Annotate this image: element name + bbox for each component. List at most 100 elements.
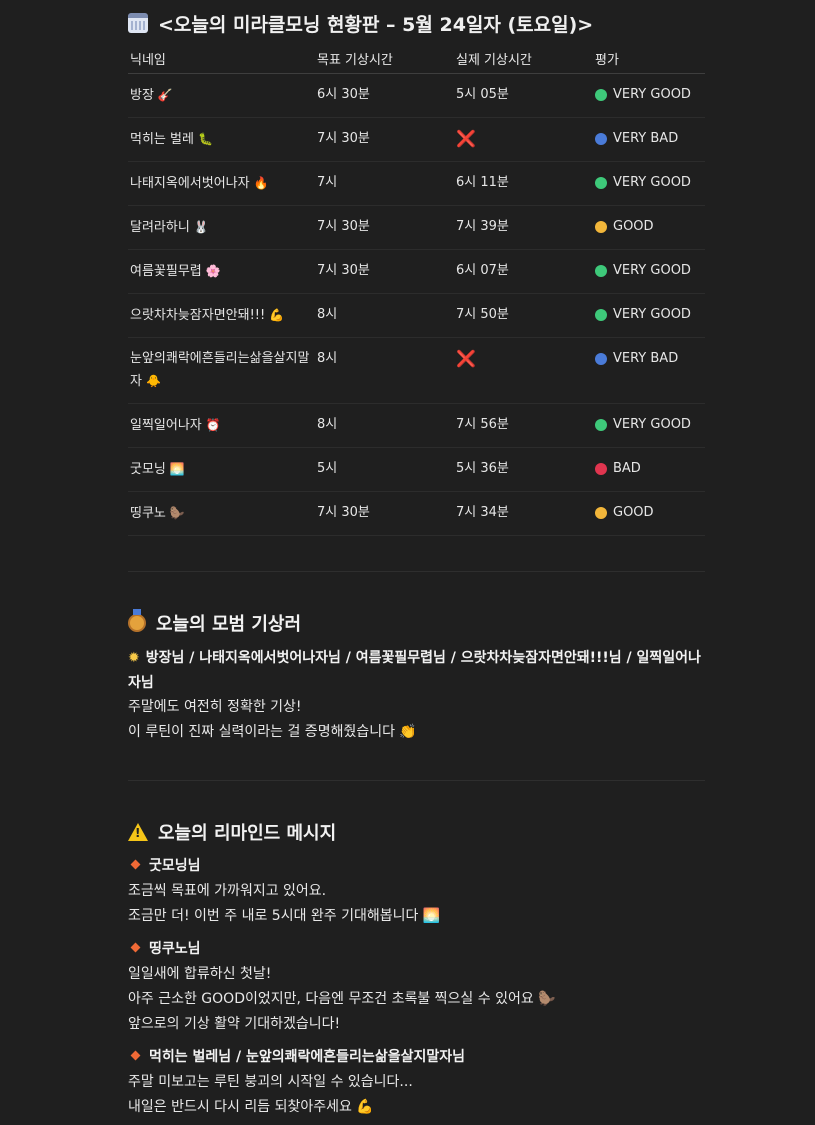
reminder-heading-text: 오늘의 리마인드 메시지 — [158, 823, 337, 844]
calendar-icon — [128, 13, 148, 33]
model-line-1: 주말에도 여전히 정확한 기상! — [128, 699, 302, 715]
evaluation-label: VERY GOOD — [613, 417, 691, 432]
cell-nickname: 눈앞의쾌락에흔들리는삶을살지말자 🐥 — [128, 337, 315, 404]
cell-nickname: 여름꽃필무렵 🌸 — [128, 249, 315, 294]
table-row: 먹히는 벌레 🐛 7시 30분 ❌ VERY BAD — [128, 117, 705, 162]
evaluation-label: BAD — [613, 461, 641, 476]
nickname-emoji-icon: 🐰 — [193, 220, 209, 234]
reminder-name: 띵쿠노님 — [128, 937, 705, 962]
reminder-line: 앞으로의 기상 활약 기대하겠습니다! — [128, 1016, 341, 1032]
orange-diamond-icon — [130, 859, 141, 870]
reminder-line: 주말 미보고는 루틴 붕괴의 시작일 수 있습니다... — [128, 1074, 413, 1090]
cell-evaluation: VERY GOOD — [593, 73, 705, 118]
reminder-line: 조금만 더! 이번 주 내로 5시대 완주 기대해봅니다 🌅 — [128, 908, 441, 924]
page-title-text: <오늘의 미라클모닝 현황판 – 5월 24일자 (토요일)> — [158, 13, 594, 36]
evaluation-label: GOOD — [613, 505, 654, 520]
cell-goal-time: 7시 30분 — [315, 205, 454, 250]
model-section-heading: 오늘의 모범 기상러 — [128, 609, 301, 636]
cell-goal-time: 8시 — [315, 293, 454, 338]
nickname-emoji-icon: 🔥 — [253, 176, 269, 190]
cell-goal-time: 7시 30분 — [315, 491, 454, 536]
nickname-text: 달려라하니 — [130, 220, 190, 235]
reminder-section-heading: 오늘의 리마인드 메시지 — [128, 819, 336, 845]
reminder-name: 굿모닝님 — [128, 854, 705, 879]
cell-nickname: 띵쿠노 🦫 — [128, 491, 315, 536]
cell-actual-time: ❌ — [454, 117, 593, 162]
cell-evaluation: VERY GOOD — [593, 161, 705, 206]
cell-goal-time: 5시 — [315, 447, 454, 492]
evaluation-label: VERY BAD — [613, 131, 679, 146]
medal-icon — [128, 609, 146, 632]
cell-evaluation: VERY BAD — [593, 117, 705, 162]
orange-diamond-icon — [130, 942, 141, 953]
evaluation-label: VERY GOOD — [613, 307, 691, 322]
nickname-emoji-icon: 🎸 — [157, 88, 173, 102]
cell-goal-time: 7시 30분 — [315, 117, 454, 162]
cell-evaluation: VERY GOOD — [593, 249, 705, 294]
cell-evaluation: VERY GOOD — [593, 293, 705, 338]
reminder-line: 내일은 반드시 다시 리듬 되찾아주세요 💪 — [128, 1099, 374, 1115]
nickname-emoji-icon: 🌅 — [169, 462, 185, 476]
nickname-text: 굿모닝 — [130, 462, 166, 477]
nickname-emoji-icon: 🐥 — [145, 374, 161, 388]
model-names-text: 방장님 / 나태지옥에서벗어나자님 / 여름꽃필무렵님 / 으랏차차늦잠자면안돼… — [128, 650, 701, 691]
evaluation-label: VERY GOOD — [613, 175, 691, 190]
cell-evaluation: GOOD — [593, 205, 705, 250]
status-dot-icon — [595, 177, 607, 189]
table-row: 굿모닝 🌅 5시 5시 36분 BAD — [128, 447, 705, 492]
status-dot-icon — [595, 89, 607, 101]
nickname-text: 여름꽃필무렵 — [130, 264, 202, 279]
cell-actual-time: ❌ — [454, 337, 593, 404]
cell-actual-time: 5시 36분 — [454, 447, 593, 492]
nickname-emoji-icon: 🐛 — [197, 132, 213, 146]
orange-diamond-icon — [130, 1050, 141, 1061]
cell-goal-time: 8시 — [315, 403, 454, 448]
nickname-text: 띵쿠노 — [130, 506, 166, 521]
cell-actual-time: 7시 39분 — [454, 205, 593, 250]
nickname-text: 나태지옥에서벗어나자 — [130, 176, 250, 191]
table-row: 나태지옥에서벗어나자 🔥 7시 6시 11분 VERY GOOD — [128, 161, 705, 206]
header-goal-time: 목표 기상시간 — [315, 44, 454, 74]
nickname-text: 으랏차차늦잠자면안돼!!! — [130, 308, 266, 323]
model-names: ✹ 방장님 / 나태지옥에서벗어나자님 / 여름꽃필무렵님 / 으랏차차늦잠자면안… — [128, 646, 705, 696]
status-dot-icon — [595, 265, 607, 277]
header-nickname: 닉네임 — [128, 44, 315, 74]
header-evaluation: 평가 — [593, 44, 705, 74]
model-line-2: 이 루틴이 진짜 실력이라는 걸 증명해줬습니다 👏 — [128, 724, 417, 740]
divider — [128, 571, 705, 572]
nickname-text: 일찍일어나자 — [130, 418, 202, 433]
cell-actual-time: 7시 50분 — [454, 293, 593, 338]
cell-actual-time: 7시 34분 — [454, 491, 593, 536]
nickname-text: 방장 — [130, 88, 154, 103]
cell-evaluation: BAD — [593, 447, 705, 492]
nickname-text: 먹히는 벌레 — [130, 132, 194, 147]
evaluation-label: VERY GOOD — [613, 263, 691, 278]
nickname-emoji-icon: 🌸 — [205, 264, 221, 278]
divider — [128, 780, 705, 781]
cell-nickname: 나태지옥에서벗어나자 🔥 — [128, 161, 315, 206]
nickname-emoji-icon: ⏰ — [205, 418, 221, 432]
nickname-emoji-icon: 🦫 — [169, 506, 185, 520]
table-row: 띵쿠노 🦫 7시 30분 7시 34분 GOOD — [128, 491, 705, 536]
cell-actual-time: 5시 05분 — [454, 73, 593, 118]
cell-actual-time: 7시 56분 — [454, 403, 593, 448]
warning-icon — [128, 823, 148, 841]
cell-goal-time: 7시 — [315, 161, 454, 206]
table-row: 일찍일어나자 ⏰ 8시 7시 56분 VERY GOOD — [128, 403, 705, 448]
cell-nickname: 굿모닝 🌅 — [128, 447, 315, 492]
sun-icon: ✹ — [128, 650, 140, 666]
table-row: 방장 🎸 6시 30분 5시 05분 VERY GOOD — [128, 73, 705, 118]
reminder-line: 조금씩 목표에 가까워지고 있어요. — [128, 883, 327, 899]
cell-actual-time: 6시 11분 — [454, 161, 593, 206]
table-row: 으랏차차늦잠자면안돼!!! 💪 8시 7시 50분 VERY GOOD — [128, 293, 705, 338]
cell-evaluation: VERY GOOD — [593, 403, 705, 448]
table-row: 여름꽃필무렵 🌸 7시 30분 6시 07분 VERY GOOD — [128, 249, 705, 294]
status-dot-icon — [595, 419, 607, 431]
cell-evaluation: GOOD — [593, 491, 705, 536]
status-dot-icon — [595, 463, 607, 475]
table-row: 달려라하니 🐰 7시 30분 7시 39분 GOOD — [128, 205, 705, 250]
table-row: 눈앞의쾌락에흔들리는삶을살지말자 🐥 8시 ❌ VERY BAD — [128, 337, 705, 404]
evaluation-label: GOOD — [613, 219, 654, 234]
status-dot-icon — [595, 353, 607, 365]
cell-nickname: 먹히는 벌레 🐛 — [128, 117, 315, 162]
